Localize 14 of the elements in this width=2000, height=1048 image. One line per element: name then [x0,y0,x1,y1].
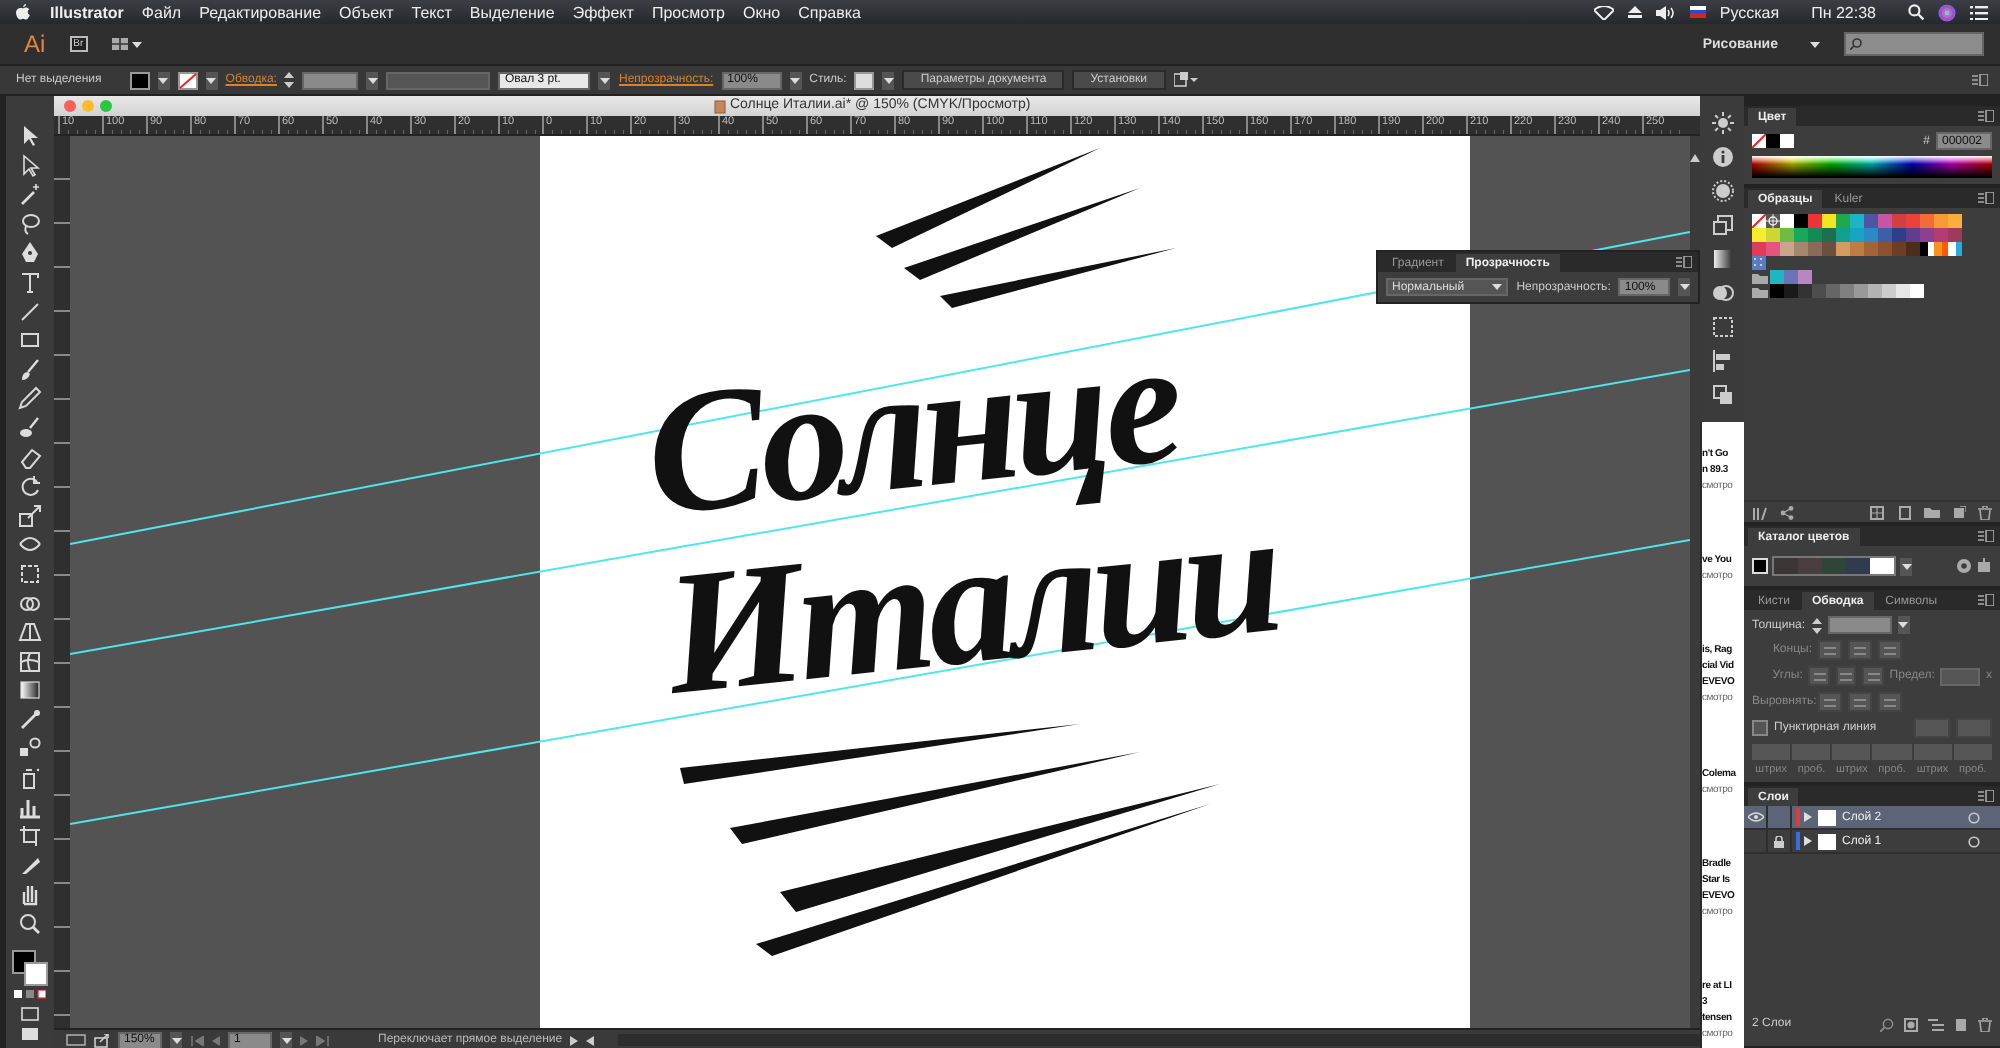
menu-item[interactable]: Файл [141,3,182,21]
input-source[interactable]: Русская [1719,3,1780,21]
menu-item[interactable]: Текст [411,3,452,21]
lettering-text: Солнце [638,305,1186,548]
menu-item[interactable]: Эффект [572,3,634,21]
menu-item[interactable]: Выделение [469,3,555,21]
menu-item[interactable]: Редактирование [199,3,322,21]
menu-item[interactable]: Справка [798,3,861,21]
clock[interactable]: Пн 22:38 [1811,3,1876,21]
menu-item[interactable]: Окно [742,3,781,21]
menu-item[interactable]: Просмотр [651,3,725,21]
menu-item[interactable]: Объект [339,3,394,21]
app-logo: Ai [24,30,46,58]
app-menu[interactable]: Illustrator [50,3,124,21]
